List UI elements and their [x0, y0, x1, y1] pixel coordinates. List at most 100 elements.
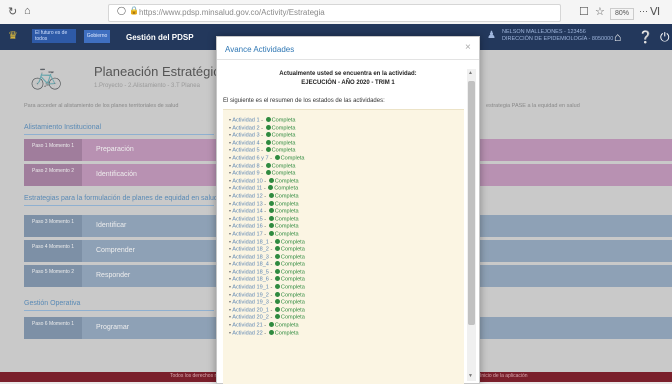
- activity-name: Actividad 22: [232, 330, 263, 337]
- activity-status: Completa: [274, 322, 299, 329]
- more-icon[interactable]: ⋯: [639, 6, 648, 17]
- step-label: Identificar: [96, 222, 127, 229]
- activity-status: Completa: [271, 140, 296, 147]
- separator: -: [268, 246, 274, 253]
- library-icon[interactable]: Ⅵ: [650, 5, 660, 18]
- complete-status-icon: [265, 162, 271, 168]
- complete-status-icon: [265, 147, 271, 153]
- activity-status: Completa: [280, 284, 305, 291]
- activity-status: Completa: [280, 307, 305, 314]
- separator: -: [262, 223, 268, 230]
- separator: -: [268, 254, 274, 261]
- page-description-right: estrategia PASE a la equidad en salud: [486, 103, 580, 109]
- activity-name: Actividad 19_1: [232, 284, 269, 291]
- activities-progress-modal: Avance Actividades × Actualmente usted s…: [216, 36, 480, 384]
- modal-scrollbar-thumb[interactable]: [468, 81, 475, 325]
- activity-status: Completa: [274, 178, 299, 185]
- section-title: Gestión Operativa: [24, 300, 81, 307]
- complete-status-icon: [274, 154, 280, 160]
- separator: -: [259, 140, 265, 147]
- complete-status-icon: [274, 261, 280, 267]
- pocket-icon[interactable]: ☐: [579, 5, 589, 18]
- activities-list-panel[interactable]: • Actividad 1 - Completa • Actividad 2 - …: [223, 109, 464, 384]
- step-label: Identificación: [96, 171, 137, 178]
- activity-item: • Actividad 17 - Completa: [229, 230, 305, 239]
- activity-name: Actividad 12: [232, 193, 263, 200]
- activity-name: Actividad 18_5: [232, 269, 269, 276]
- separator: -: [262, 322, 268, 329]
- browser-toolbar: ↻ ⌂ ◯ 🔒 https://www.pdsp.minsalud.gov.co…: [0, 0, 672, 25]
- zoom-level[interactable]: 80%: [610, 8, 634, 20]
- footer-text-right[interactable]: Inicio de la aplicación: [480, 373, 528, 379]
- ministry-logo: El futuro es de todos: [32, 29, 76, 43]
- section-divider: [24, 134, 214, 135]
- activity-name: Actividad 9: [232, 170, 260, 177]
- activity-name: Actividad 16: [232, 223, 263, 230]
- activity-name: Actividad 6 y 7: [232, 155, 269, 162]
- separator: -: [262, 231, 268, 238]
- complete-status-icon: [268, 322, 274, 328]
- activity-item: • Actividad 13 - Completa: [229, 200, 305, 209]
- activity-item: • Actividad 20_1 - Completa: [229, 306, 305, 315]
- activity-name: Actividad 19_3: [232, 299, 269, 306]
- scroll-up-icon[interactable]: ▲: [468, 70, 473, 76]
- activity-status: Completa: [274, 193, 299, 200]
- section-title: Estrategias para la formulación de plane…: [24, 195, 218, 202]
- help-icon[interactable]: ❔: [638, 30, 653, 44]
- activity-name: Actividad 4: [232, 140, 260, 147]
- complete-status-icon: [274, 246, 280, 252]
- gobierno-chip: Gobierno: [84, 30, 110, 43]
- home-nav-icon[interactable]: ⌂: [614, 30, 621, 44]
- complete-status-icon: [274, 314, 280, 320]
- bookmark-star-icon[interactable]: ☆: [595, 5, 605, 18]
- complete-status-icon: [268, 208, 274, 214]
- summary-label: El siguiente es el resumen de los estado…: [223, 98, 385, 104]
- activity-name: Actividad 20_1: [232, 307, 269, 314]
- complete-status-icon: [265, 139, 271, 145]
- activity-item: • Actividad 10 - Completa: [229, 177, 305, 186]
- activity-item: • Actividad 19_2 - Completa: [229, 291, 305, 300]
- activity-item: • Actividad 1 - Completa: [229, 117, 305, 125]
- app-title: Gestión del PDSP: [126, 33, 194, 42]
- complete-status-icon: [274, 238, 280, 244]
- complete-status-icon: [265, 132, 271, 138]
- step-tag: Paso 1 Momento 1: [24, 139, 82, 161]
- modal-title: Avance Actividades: [225, 45, 295, 54]
- complete-status-icon: [268, 223, 274, 229]
- scroll-down-icon[interactable]: ▼: [468, 373, 473, 379]
- reload-icon[interactable]: ↻: [8, 5, 17, 18]
- page-description: Para acceder al alistamiento de los plan…: [24, 103, 179, 109]
- activity-name: Actividad 1: [232, 117, 260, 124]
- activity-item: • Actividad 22 - Completa: [229, 329, 305, 338]
- user-dept: DIRECCIÓN DE EPIDEMIOLOGÍA - 8050000: [502, 36, 614, 42]
- home-icon[interactable]: ⌂: [24, 5, 31, 17]
- activity-status: Completa: [271, 125, 296, 132]
- step-tag: Paso 2 Momento 2: [24, 164, 82, 186]
- breadcrumb[interactable]: 1.Proyecto - 2.Alistamiento - 3.T Planea: [94, 83, 200, 89]
- activity-status: Completa: [271, 147, 296, 154]
- current-activity-label: Actualmente usted se encuentra en la act…: [279, 71, 417, 77]
- coat-of-arms-icon: ♛: [8, 30, 18, 42]
- separator: -: [262, 178, 268, 185]
- separator: -: [268, 155, 274, 162]
- activity-item: • Actividad 18_3 - Completa: [229, 253, 305, 262]
- section-title: Alistamiento Institucional: [24, 124, 102, 131]
- activity-status: Completa: [280, 292, 305, 299]
- user-info[interactable]: NELSON MALLEJONES - 123456 DIRECCIÓN DE …: [502, 29, 613, 43]
- address-bar[interactable]: ◯ 🔒 https://www.pdsp.minsalud.gov.co/Act…: [108, 4, 648, 22]
- activity-item: • Actividad 6 y 7 - Completa: [229, 154, 305, 163]
- activity-status: Completa: [280, 254, 305, 261]
- activity-status: Completa: [271, 163, 296, 170]
- close-icon[interactable]: ×: [465, 42, 471, 53]
- lock-icon: 🔒: [129, 6, 139, 15]
- activity-item: • Actividad 8 - Completa: [229, 162, 305, 171]
- power-icon[interactable]: ⏻: [660, 30, 670, 45]
- current-activity-value: EJECUCIÓN - AÑO 2020 - TRIM 1: [301, 80, 395, 86]
- step-label: Responder: [96, 272, 131, 279]
- activity-status: Completa: [280, 238, 305, 245]
- activity-name: Actividad 14: [232, 208, 263, 215]
- complete-status-icon: [274, 253, 280, 259]
- user-icon: ♟: [487, 30, 496, 41]
- activity-name: Actividad 3: [232, 132, 260, 139]
- separator: -: [259, 125, 265, 132]
